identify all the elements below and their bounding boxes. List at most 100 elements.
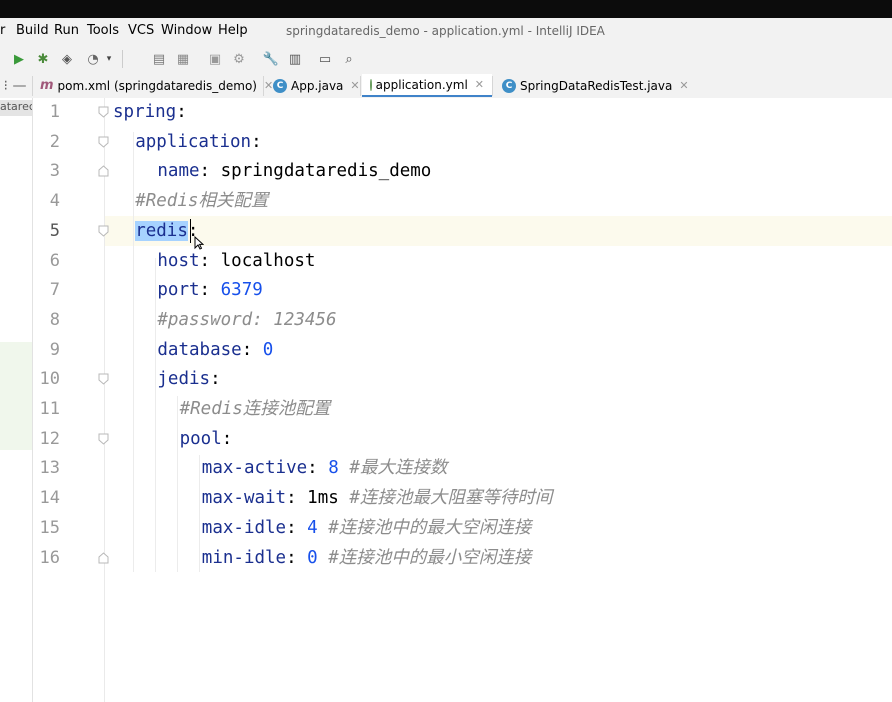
yaml-comment: #Redis连接池配置 <box>179 399 331 419</box>
structure-icon[interactable]: ▥ <box>286 50 304 68</box>
project-node-label[interactable]: atarec <box>0 100 32 116</box>
tab-application-yml[interactable]: application.yml ✕ <box>362 74 492 97</box>
yaml-comment: #连接池中的最小空闲连接 <box>328 547 532 568</box>
yaml-key: max-idle <box>201 517 287 538</box>
fold-end-icon[interactable] <box>98 165 109 177</box>
code-line[interactable]: spring: <box>113 102 187 122</box>
yaml-key: max-active <box>201 458 308 479</box>
run-icon[interactable]: ▶ <box>10 50 28 68</box>
yaml-icon <box>370 78 372 91</box>
code-line[interactable]: #password: 123456 <box>157 310 336 330</box>
menu-vcs[interactable]: VCS <box>128 23 154 38</box>
code-line[interactable]: host: localhost <box>157 251 315 271</box>
yaml-comment: #连接池最大阻塞等待时间 <box>349 488 553 509</box>
tab-separator <box>492 76 493 96</box>
fold-open-icon[interactable] <box>98 373 109 385</box>
code-line[interactable]: #Redis相关配置 <box>135 191 268 211</box>
yaml-value: : <box>221 428 233 449</box>
yaml-value: : springdataredis_demo <box>199 161 432 182</box>
code-line[interactable]: max-active: 8 #最大连接数 <box>202 458 448 478</box>
tab-label: App.java <box>291 78 344 93</box>
code-line[interactable]: application: <box>135 132 261 152</box>
vcs-change-marker <box>0 342 32 450</box>
line-number: 1 <box>49 102 60 122</box>
tab-pom-xml[interactable]: m pom.xml (springdataredis_demo) ✕ <box>40 74 273 97</box>
tab-bar-controls[interactable]: ⁝ — <box>0 74 30 97</box>
close-icon[interactable]: ✕ <box>350 79 359 92</box>
code-line[interactable]: jedis: <box>157 369 220 389</box>
yaml-key: port <box>157 280 200 301</box>
java-class-icon: C <box>502 78 516 93</box>
indent-guide <box>133 132 134 572</box>
line-number: 8 <box>49 309 60 330</box>
yaml-comment: #连接池中的最大空闲连接 <box>328 517 532 538</box>
yaml-key: spring <box>113 102 177 122</box>
search-icon[interactable]: ⌕ <box>340 50 358 68</box>
text-caret <box>190 219 191 243</box>
menu-item-partial[interactable]: r <box>0 23 5 38</box>
yaml-value: : <box>176 102 187 122</box>
code-line[interactable]: redis: <box>135 220 198 241</box>
code-line[interactable]: database: 0 <box>157 340 273 360</box>
indent-guide <box>199 455 200 572</box>
menu-window[interactable]: Window <box>161 23 212 38</box>
terminal-icon[interactable]: ▭ <box>316 50 334 68</box>
yaml-key: database <box>157 339 242 360</box>
yaml-key: pool <box>179 428 222 449</box>
debug-icon[interactable]: ✱ <box>34 50 52 68</box>
sdk-icon[interactable]: ▣ <box>206 50 224 68</box>
tab-app-java[interactable]: C App.java ✕ <box>273 74 360 97</box>
fold-open-icon[interactable] <box>98 225 109 237</box>
yaml-key: host <box>157 250 200 271</box>
project-structure-icon[interactable]: ▦ <box>174 50 192 68</box>
yaml-number: 0 <box>262 339 274 360</box>
fold-end-icon[interactable] <box>98 552 109 564</box>
project-panel-collapsed[interactable]: atarec <box>0 98 33 702</box>
build-icon[interactable]: ▤ <box>150 50 168 68</box>
code-line[interactable]: max-wait: 1ms #连接池最大阻塞等待时间 <box>202 488 553 508</box>
code-line[interactable]: max-idle: 4 #连接池中的最大空闲连接 <box>202 518 532 538</box>
menu-run[interactable]: Run <box>54 23 79 38</box>
dropdown-icon[interactable]: ▾ <box>100 50 118 68</box>
yaml-number: 6379 <box>220 280 263 301</box>
close-icon[interactable]: ✕ <box>475 78 484 91</box>
mouse-pointer-icon <box>194 236 204 250</box>
tab-separator <box>32 76 33 96</box>
os-title-strip <box>0 0 892 18</box>
close-icon[interactable]: ✕ <box>679 79 688 92</box>
code-line[interactable]: pool: <box>180 429 233 449</box>
yaml-key: name <box>157 161 200 182</box>
yaml-value: : <box>199 280 221 301</box>
fold-open-icon[interactable] <box>98 106 109 118</box>
yaml-key: min-idle <box>201 547 287 568</box>
yaml-value: : <box>307 458 329 479</box>
tab-label: SpringDataRedisTest.java <box>520 78 673 93</box>
line-number: 11 <box>39 399 60 419</box>
maven-icon: m <box>40 78 54 93</box>
selected-text: redis <box>135 220 188 241</box>
settings-wrench-icon[interactable]: 🔧 <box>262 50 280 68</box>
fold-open-icon[interactable] <box>98 136 109 148</box>
yaml-value: : <box>286 517 308 538</box>
yaml-value: : <box>210 369 221 390</box>
close-icon[interactable]: ✕ <box>264 79 273 92</box>
code-line[interactable]: port: 6379 <box>157 280 262 300</box>
yaml-key: jedis <box>157 369 211 390</box>
code-line[interactable]: name: springdataredis_demo <box>157 161 431 181</box>
tab-separator <box>360 76 361 96</box>
line-number: 6 <box>49 250 60 271</box>
menu-help[interactable]: Help <box>218 23 248 38</box>
menu-tools[interactable]: Tools <box>87 23 119 38</box>
code-line[interactable]: min-idle: 0 #连接池中的最小空闲连接 <box>202 548 532 568</box>
indent-guide <box>155 258 156 572</box>
coverage-icon[interactable]: ◈ <box>58 50 76 68</box>
menu-build[interactable]: Build <box>16 23 49 38</box>
fold-open-icon[interactable] <box>98 433 109 445</box>
yaml-key: application <box>135 131 252 152</box>
tab-springdataredistest-java[interactable]: C SpringDataRedisTest.java ✕ <box>502 74 689 97</box>
yaml-value: : localhost <box>199 250 316 271</box>
yaml-value: : <box>251 131 262 152</box>
line-number: 14 <box>39 488 60 509</box>
code-line[interactable]: #Redis连接池配置 <box>180 399 331 419</box>
plugin-icon[interactable]: ⚙ <box>230 50 248 68</box>
